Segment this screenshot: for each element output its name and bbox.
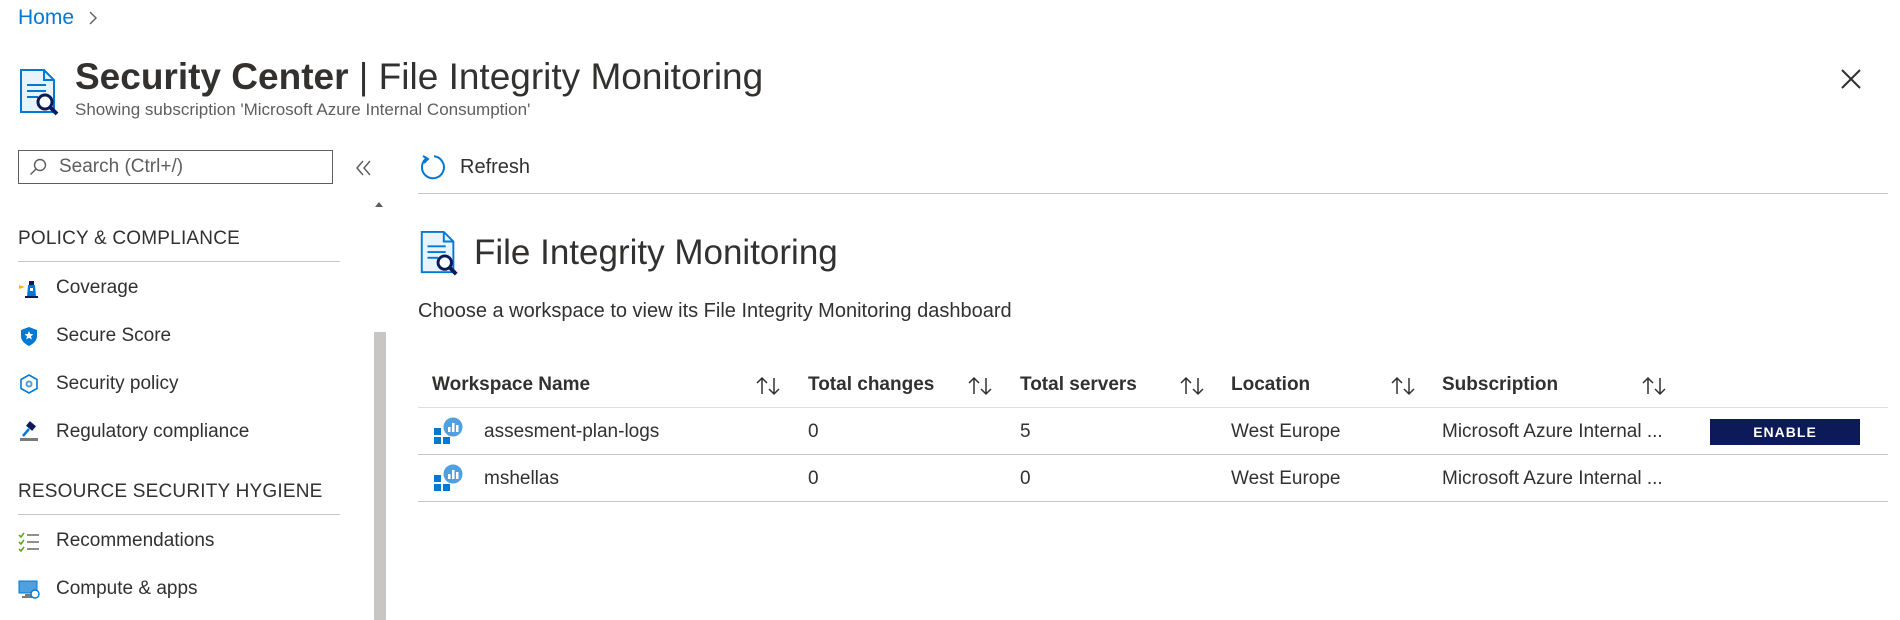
shield-icon: [18, 325, 40, 347]
nav-item-label: Regulatory compliance: [56, 421, 250, 442]
total-servers: 5: [1020, 420, 1031, 442]
nav-section-policy-compliance: POLICY & COMPLIANCE: [18, 228, 241, 249]
workspace-name[interactable]: assesment-plan-logs: [484, 408, 659, 455]
sort-icon[interactable]: [754, 374, 782, 398]
refresh-button[interactable]: Refresh: [418, 150, 530, 184]
monitor-icon: [18, 578, 40, 600]
nav-item-security-policy[interactable]: Security policy: [18, 366, 358, 402]
total-changes: 0: [808, 420, 819, 442]
page-title-service: Security Center: [75, 56, 349, 97]
nav-section-resource-security-hygiene: RESOURCE SECURITY HYGIENE: [18, 481, 323, 502]
sort-icon[interactable]: [1178, 374, 1206, 398]
enable-button[interactable]: ENABLE: [1710, 419, 1860, 445]
workspace-name[interactable]: mshellas: [484, 455, 559, 502]
nav-item-label: Coverage: [56, 277, 139, 298]
file-integrity-icon: [420, 230, 458, 276]
nav-item-coverage[interactable]: Coverage: [18, 270, 358, 306]
column-header-total-changes[interactable]: Total changes: [808, 362, 934, 408]
collapse-menu-icon[interactable]: [352, 156, 376, 180]
nav-item-regulatory-compliance[interactable]: Regulatory compliance: [18, 414, 358, 450]
subscription: Microsoft Azure Internal ...: [1442, 420, 1663, 442]
content-description: Choose a workspace to view its File Inte…: [418, 300, 1012, 322]
log-analytics-workspace-icon: [434, 416, 464, 444]
nav-item-label: Compute & apps: [56, 578, 198, 599]
toolbar-divider: [418, 193, 1888, 194]
subscription: Microsoft Azure Internal ...: [1442, 467, 1663, 489]
nav-search-input[interactable]: [59, 156, 319, 178]
breadcrumb: Home: [18, 4, 100, 32]
sort-icon[interactable]: [966, 374, 994, 398]
nav-item-label: Security policy: [56, 373, 179, 394]
nav-scrollbar-thumb[interactable]: [374, 332, 386, 620]
nav-search-box[interactable]: [18, 150, 333, 184]
chevron-right-icon: [89, 11, 98, 25]
nav-scrollbar[interactable]: [372, 196, 386, 620]
nav-item-label: Secure Score: [56, 325, 172, 346]
page-title-blade: | File Integrity Monitoring: [348, 56, 764, 97]
nav-divider: [18, 261, 340, 262]
location: West Europe: [1231, 420, 1341, 442]
workspace-table: Workspace Name Total changes Total serve…: [418, 362, 1888, 502]
sort-icon[interactable]: [1389, 374, 1417, 398]
gavel-icon: [18, 421, 40, 443]
column-header-workspace-name[interactable]: Workspace Name: [432, 362, 590, 408]
checklist-icon: [18, 530, 40, 552]
nav-item-secure-score[interactable]: Secure Score: [18, 318, 358, 354]
lighthouse-icon: [18, 277, 40, 299]
search-icon: [30, 158, 47, 175]
nav-divider: [18, 514, 340, 515]
nav-item-compute-apps[interactable]: Compute & apps: [18, 571, 358, 607]
close-icon[interactable]: [1838, 66, 1864, 92]
location: West Europe: [1231, 467, 1341, 489]
content-header: File Integrity Monitoring: [418, 230, 838, 276]
table-header: Workspace Name Total changes Total serve…: [418, 362, 1888, 408]
column-header-location[interactable]: Location: [1231, 362, 1310, 408]
file-integrity-icon: [20, 69, 59, 116]
page-subtitle: Showing subscription 'Microsoft Azure In…: [75, 100, 531, 119]
breadcrumb-home-link[interactable]: Home: [18, 6, 74, 30]
nav-item-label: Recommendations: [56, 530, 215, 551]
total-changes: 0: [808, 467, 819, 489]
scroll-up-arrow-icon[interactable]: [374, 200, 384, 208]
content-title: File Integrity Monitoring: [474, 233, 838, 272]
refresh-label: Refresh: [460, 155, 531, 178]
page-title: Security Center | File Integrity Monitor…: [75, 54, 763, 100]
column-header-subscription[interactable]: Subscription: [1442, 362, 1558, 408]
policy-gear-icon: [18, 373, 40, 395]
refresh-icon: [420, 155, 445, 180]
log-analytics-workspace-icon: [434, 463, 464, 491]
nav-item-recommendations[interactable]: Recommendations: [18, 523, 358, 559]
column-header-total-servers[interactable]: Total servers: [1020, 362, 1137, 408]
blade-header: Security Center | File Integrity Monitor…: [18, 54, 763, 120]
sort-icon[interactable]: [1640, 374, 1668, 398]
table-row[interactable]: mshellas 0 0 West Europe Microsoft Azure…: [418, 455, 1888, 502]
total-servers: 0: [1020, 467, 1031, 489]
table-row[interactable]: assesment-plan-logs 0 5 West Europe Micr…: [418, 408, 1888, 455]
